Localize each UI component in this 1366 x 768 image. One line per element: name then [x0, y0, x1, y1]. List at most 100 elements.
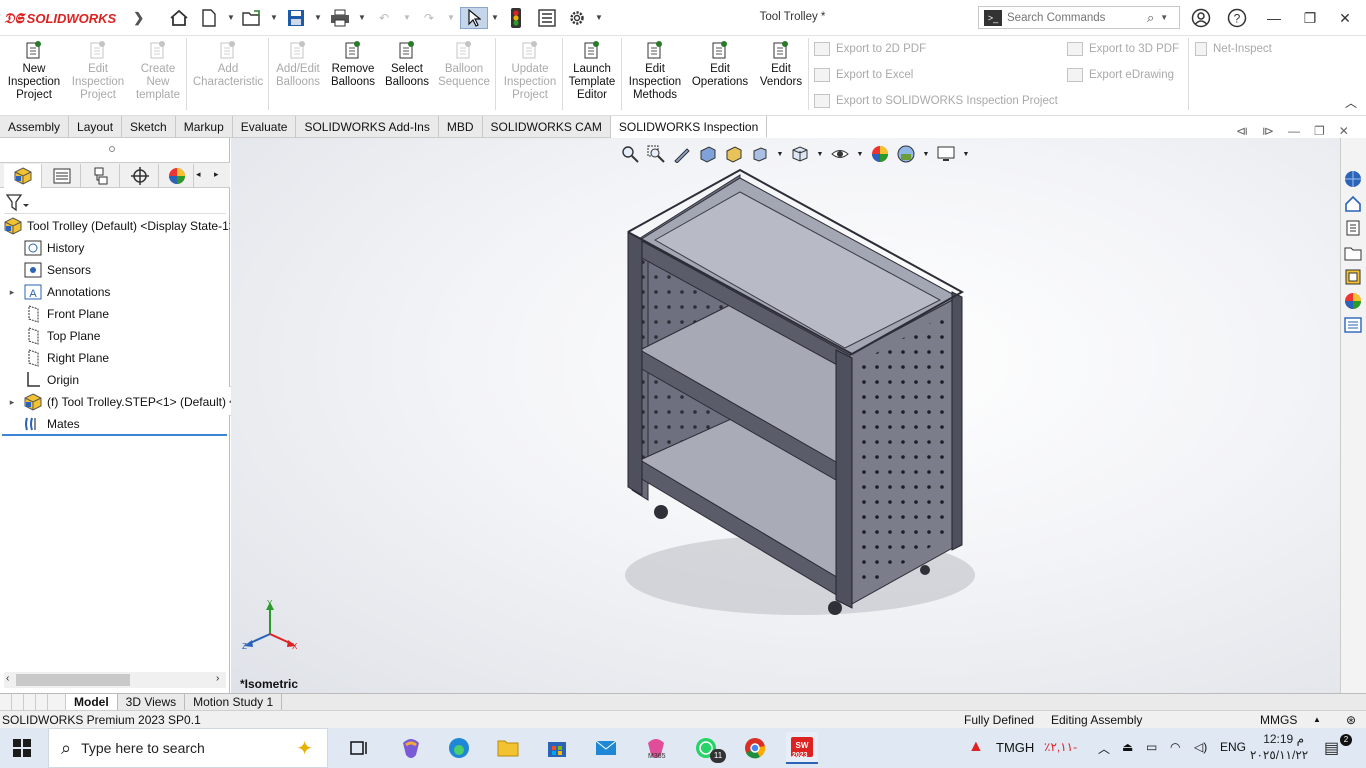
- remove-balloons-button[interactable]: Remove Balloons: [328, 39, 378, 89]
- filter-icon[interactable]: [6, 194, 30, 212]
- new-dropdown-icon[interactable]: ▼: [227, 13, 235, 22]
- custom-properties-icon[interactable]: [1342, 314, 1364, 336]
- show-hidden-icons-icon[interactable]: ︿: [1098, 740, 1110, 757]
- tool-trolley-model[interactable]: [231, 138, 1340, 694]
- tree-root-assembly[interactable]: Tool Trolley (Default) <Display State-1>: [0, 215, 230, 237]
- bottom-tab-3d-views[interactable]: 3D Views: [118, 694, 186, 710]
- menu-chevron-icon[interactable]: ❯: [133, 10, 144, 26]
- dynamic-annotation-icon[interactable]: [724, 144, 744, 164]
- tab-first-icon[interactable]: [0, 694, 12, 710]
- tree-item-f-tool-trolley-step-1-default[interactable]: ▸ (f) Tool Trolley.STEP<1> (Default): [0, 391, 230, 413]
- tree-item-history[interactable]: History: [0, 237, 230, 259]
- tab-markup[interactable]: Markup: [176, 116, 233, 138]
- viewport-close-icon[interactable]: ✕: [1339, 124, 1349, 138]
- tree-filter[interactable]: [4, 192, 226, 214]
- file-explorer-taskbar-icon[interactable]: [492, 732, 524, 764]
- taskbar-search-box[interactable]: ⌕ Type here to search ✦: [48, 728, 328, 768]
- viewport-minimize-icon[interactable]: —: [1288, 124, 1300, 138]
- solidworks-resources-icon[interactable]: [1342, 168, 1364, 190]
- view-settings-dropdown-icon[interactable]: ▼: [962, 144, 970, 164]
- dimxpert-manager-tab[interactable]: [121, 164, 159, 188]
- collapse-ribbon-icon[interactable]: ︿: [1345, 94, 1357, 111]
- scroll-left-icon[interactable]: ‹: [6, 673, 9, 684]
- redo-dropdown-icon[interactable]: ▼: [447, 13, 455, 22]
- tree-item-sensors[interactable]: Sensors: [0, 259, 230, 281]
- export-2d-pdf-button[interactable]: Export to 2D PDF: [814, 42, 926, 56]
- tab-next-icon[interactable]: [24, 694, 36, 710]
- file-explorer-icon[interactable]: [1342, 217, 1364, 239]
- apply-scene-dropdown-icon[interactable]: ▼: [922, 144, 930, 164]
- launch-template-editor-button[interactable]: Launch Template Editor: [566, 39, 618, 102]
- view-orientation-dropdown-icon[interactable]: ▼: [776, 144, 784, 164]
- new-inspection-project-button[interactable]: New Inspection Project: [4, 39, 64, 102]
- graphics-area[interactable]: [231, 138, 1340, 694]
- copilot-icon[interactable]: [395, 732, 427, 764]
- tab-solidworks-inspection[interactable]: SOLIDWORKS Inspection: [610, 116, 768, 138]
- export-edrawing-button[interactable]: Export eDrawing: [1067, 68, 1174, 82]
- edit-vendors-button[interactable]: Edit Vendors: [757, 39, 805, 89]
- tab-prev-icon[interactable]: [12, 694, 24, 710]
- viewport-prev-icon[interactable]: ⧏: [1236, 124, 1248, 138]
- save-dropdown-icon[interactable]: ▼: [314, 13, 322, 22]
- tab-mbd[interactable]: MBD: [439, 116, 483, 138]
- zoom-to-fit-icon[interactable]: [620, 144, 640, 164]
- rebuild-traffic-light-icon[interactable]: [505, 7, 527, 29]
- configuration-manager-tab[interactable]: [82, 164, 120, 188]
- units-dropdown-icon[interactable]: ▲: [1313, 711, 1321, 729]
- scenes-icon[interactable]: [1342, 290, 1364, 312]
- select-balloons-button[interactable]: Select Balloons: [382, 39, 432, 89]
- select-dropdown-icon[interactable]: ▼: [491, 13, 499, 22]
- close-window-icon[interactable]: ✕: [1331, 6, 1359, 30]
- display-style-dropdown-icon[interactable]: ▼: [816, 144, 824, 164]
- export-sw-inspection-button[interactable]: Export to SOLIDWORKS Inspection Project: [814, 94, 1058, 108]
- edit-inspection-project-button[interactable]: Edit Inspection Project: [64, 39, 132, 102]
- tree-item-top-plane[interactable]: Top Plane: [0, 325, 230, 347]
- new-document-icon[interactable]: [198, 7, 220, 29]
- scroll-thumb[interactable]: [16, 674, 130, 686]
- wifi-icon[interactable]: ◠: [1170, 740, 1180, 754]
- solidworks-logo[interactable]: 𝔇𝕾 SOLIDWORKS ❯: [4, 8, 144, 28]
- usb-icon[interactable]: ⏏: [1122, 740, 1133, 754]
- options-dropdown-icon[interactable]: ▼: [595, 13, 603, 22]
- view-orientation-icon[interactable]: [750, 144, 770, 164]
- appearances-icon[interactable]: [1342, 266, 1364, 288]
- display-style-icon[interactable]: [790, 144, 810, 164]
- tab-assembly[interactable]: Assembly: [0, 116, 70, 138]
- status-units[interactable]: MMGS: [1260, 711, 1297, 729]
- volume-icon[interactable]: ◁): [1194, 740, 1207, 754]
- tab-solidworks-add-ins[interactable]: SOLIDWORKS Add-Ins: [296, 116, 439, 138]
- clock-time[interactable]: 12:19 م: [1262, 732, 1304, 746]
- open-folder-icon[interactable]: [241, 7, 263, 29]
- net-inspect-button[interactable]: Net-Inspect: [1195, 42, 1272, 56]
- chrome-icon[interactable]: [739, 732, 771, 764]
- microsoft-store-icon[interactable]: [541, 732, 573, 764]
- search-commands-input[interactable]: [1007, 11, 1147, 24]
- tab-solidworks-cam[interactable]: SOLIDWORKS CAM: [483, 116, 611, 138]
- scroll-right-icon[interactable]: ›: [216, 673, 219, 684]
- print-dropdown-icon[interactable]: ▼: [358, 13, 366, 22]
- clock-date[interactable]: ٢٠٢٥/١١/٢٢: [1250, 748, 1308, 762]
- display-manager-tab[interactable]: [160, 164, 194, 188]
- undo-dropdown-icon[interactable]: ▼: [403, 13, 411, 22]
- bottom-tab-motion-study-1[interactable]: Motion Study 1: [185, 694, 283, 710]
- edit-appearance-icon[interactable]: [870, 144, 890, 164]
- tree-horizontal-scrollbar[interactable]: ‹ ›: [4, 672, 226, 688]
- update-inspection-project-button[interactable]: Update Inspection Project: [504, 39, 556, 102]
- file-properties-icon[interactable]: [536, 7, 558, 29]
- tab-last-icon[interactable]: [36, 694, 48, 710]
- export-3d-pdf-button[interactable]: Export to 3D PDF: [1067, 42, 1179, 56]
- expand-arrow-icon[interactable]: ▸: [6, 397, 18, 408]
- select-cursor-icon[interactable]: [460, 7, 488, 29]
- design-library-icon[interactable]: [1342, 193, 1364, 215]
- language-indicator[interactable]: ENG: [1220, 740, 1246, 754]
- open-dropdown-icon[interactable]: ▼: [270, 13, 278, 22]
- rollback-bar[interactable]: [2, 434, 227, 436]
- tree-item-front-plane[interactable]: Front Plane: [0, 303, 230, 325]
- zoom-to-area-icon[interactable]: [646, 144, 666, 164]
- task-view-icon[interactable]: [344, 732, 376, 764]
- user-account-icon[interactable]: [1187, 6, 1215, 30]
- tree-item-annotations[interactable]: ▸ A Annotations: [0, 281, 230, 303]
- edit-inspection-methods-button[interactable]: Edit Inspection Methods: [625, 39, 685, 102]
- market-widget-label[interactable]: TMGH: [996, 740, 1034, 755]
- tree-item-right-plane[interactable]: Right Plane: [0, 347, 230, 369]
